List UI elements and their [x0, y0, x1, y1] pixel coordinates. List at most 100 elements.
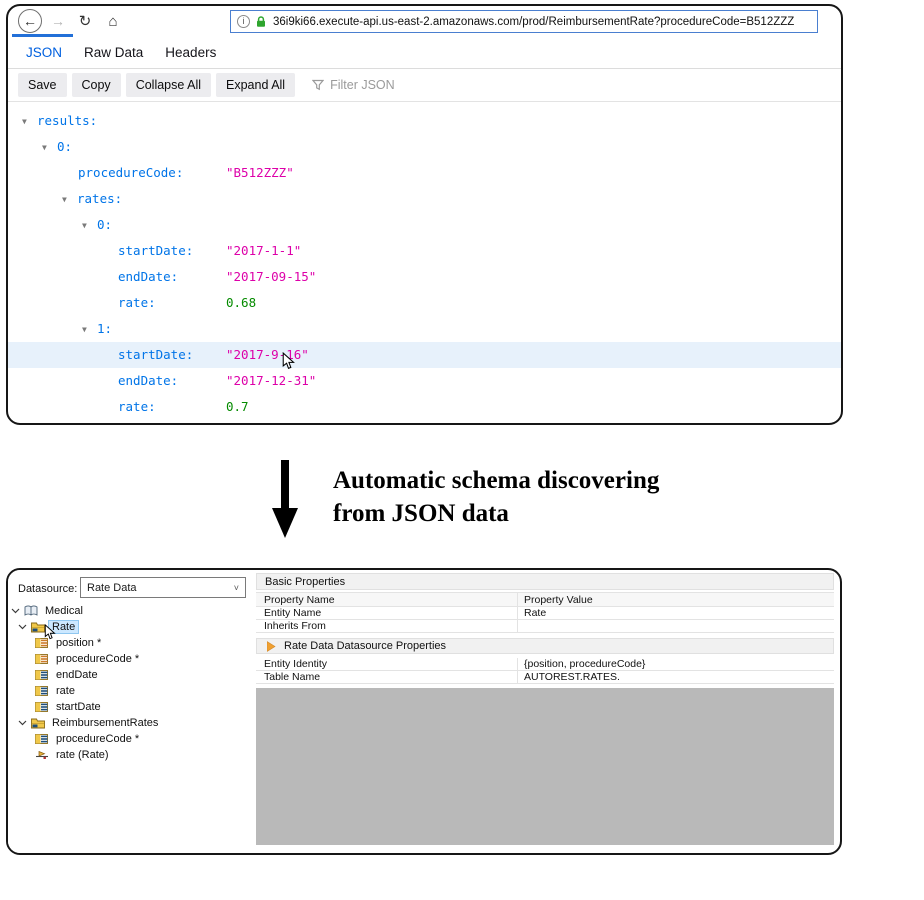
- tree-node-label: rate: [52, 684, 79, 698]
- json-row: ▼rates:: [8, 186, 841, 212]
- datasource-label: Datasource:: [18, 583, 77, 595]
- expander-triangle-icon[interactable]: ▼: [62, 187, 77, 213]
- property-value-cell[interactable]: [518, 620, 834, 632]
- property-name-column-header: Property Name: [256, 593, 518, 606]
- json-row: procedureCode: "B512ZZZ": [8, 160, 841, 186]
- json-tree: ▼results:▼0:procedureCode:"B512ZZZ"▼rate…: [8, 102, 841, 420]
- tree-node-procedurecode[interactable]: procedureCode *: [8, 731, 255, 747]
- browser-window: ← → ↻ ⌂ i 36i9ki66.execute-api.us-east-2…: [6, 4, 843, 425]
- json-row: ▼0:: [8, 134, 841, 160]
- tree-node-label: position *: [52, 636, 105, 650]
- tree-node-medical[interactable]: Medical: [8, 603, 255, 619]
- property-name-cell: Table Name: [256, 671, 518, 683]
- tab-json[interactable]: JSON: [26, 45, 62, 60]
- empty-gray-area: [256, 688, 834, 845]
- property-row: Entity Identity{position, procedureCode}: [256, 658, 834, 671]
- json-key: startDate:: [118, 243, 193, 258]
- json-row: endDate:"2017-12-31": [8, 368, 841, 394]
- tree-node-procedurecode[interactable]: procedureCode *: [8, 651, 255, 667]
- orange-arrow-icon: [267, 641, 276, 652]
- json-key: startDate:: [118, 347, 193, 362]
- json-value: "B512ZZZ": [226, 160, 294, 186]
- entity-folder-icon: [31, 622, 48, 633]
- tree-node-startdate[interactable]: startDate: [8, 699, 255, 715]
- back-icon[interactable]: ←: [18, 9, 42, 33]
- tree-node-label: rate (Rate): [52, 748, 113, 762]
- schema-tree-panel: Datasource: Rate Data ˅ Medical Rate posit…: [8, 570, 255, 853]
- expander-triangle-icon[interactable]: ▼: [22, 109, 37, 135]
- forward-icon[interactable]: →: [49, 13, 67, 29]
- json-value: "2017-1-1": [226, 238, 301, 264]
- url-bar[interactable]: i 36i9ki66.execute-api.us-east-2.amazona…: [230, 10, 818, 33]
- page: ← → ↻ ⌂ i 36i9ki66.execute-api.us-east-2…: [0, 0, 924, 900]
- refresh-icon[interactable]: ↻: [76, 12, 94, 30]
- tab-headers[interactable]: Headers: [165, 45, 216, 60]
- tree-node-label: Rate: [48, 620, 79, 634]
- tree-node-label: procedureCode *: [52, 732, 143, 746]
- field-blue-icon: [35, 734, 52, 744]
- down-arrow-icon: [270, 460, 300, 540]
- tree-node-label: startDate: [52, 700, 105, 714]
- property-grid-header-row: Property NameProperty Value: [256, 592, 834, 607]
- json-key: procedureCode:: [78, 165, 183, 180]
- json-value: 0.68: [226, 290, 256, 316]
- viewer-tabs: JSON Raw Data Headers: [8, 36, 841, 69]
- progress-bar: [12, 34, 73, 37]
- schema-tree: MedicalRateposition *procedureCode *endD…: [8, 603, 255, 763]
- url-text: 36i9ki66.execute-api.us-east-2.amazonaws…: [273, 16, 794, 28]
- property-name-cell: Entity Identity: [256, 658, 518, 670]
- json-row: rate: 0.7: [8, 394, 841, 420]
- expander-triangle-icon[interactable]: ▼: [82, 317, 97, 343]
- chevron-down-icon[interactable]: [18, 624, 31, 630]
- expander-triangle-icon[interactable]: ▼: [82, 213, 97, 239]
- filter-json-input[interactable]: Filter JSON: [312, 78, 395, 92]
- save-button[interactable]: Save: [18, 73, 67, 97]
- json-value: 0.7: [226, 394, 249, 420]
- chevron-down-icon[interactable]: [18, 720, 31, 726]
- json-toolbar: SaveCopyCollapse AllExpand All Filter JSO…: [8, 69, 841, 102]
- field-blue-icon: [35, 670, 52, 680]
- datasource-properties-header: Rate Data Datasource Properties: [256, 638, 834, 654]
- json-row: startDate:"2017-9-16": [8, 342, 841, 368]
- copy-button[interactable]: Copy: [72, 73, 121, 97]
- book-icon: [24, 605, 41, 617]
- tree-node-label: ReimbursementRates: [48, 716, 162, 730]
- chevron-down-icon[interactable]: [11, 608, 24, 614]
- collapse-all-button[interactable]: Collapse All: [126, 73, 211, 97]
- json-key: rate:: [118, 295, 156, 310]
- property-row: Inherits From: [256, 620, 834, 633]
- expand-all-button[interactable]: Expand All: [216, 73, 295, 97]
- datasource-dropdown[interactable]: Rate Data ˅: [80, 577, 246, 598]
- funnel-icon: [312, 79, 324, 91]
- field-blue-icon: [35, 702, 52, 712]
- basic-properties-header: Basic Properties: [256, 573, 834, 590]
- property-value-cell[interactable]: AUTOREST.RATES.: [518, 671, 834, 683]
- property-value-cell[interactable]: {position, procedureCode}: [518, 658, 834, 670]
- relation-icon: [35, 750, 52, 761]
- tree-node-rate[interactable]: rate: [8, 683, 255, 699]
- json-key: endDate:: [118, 373, 178, 388]
- tree-node-label: procedureCode *: [52, 652, 143, 666]
- property-row: Table NameAUTOREST.RATES.: [256, 671, 834, 684]
- property-value-column-header: Property Value: [518, 593, 834, 606]
- lock-icon: [255, 16, 267, 28]
- filter-json-placeholder: Filter JSON: [330, 78, 395, 92]
- home-icon[interactable]: ⌂: [104, 13, 122, 30]
- tree-node-reimbursementrates[interactable]: ReimbursementRates: [8, 715, 255, 731]
- expander-triangle-icon[interactable]: ▼: [42, 135, 57, 161]
- json-key: rate:: [118, 399, 156, 414]
- property-value-cell[interactable]: Rate: [518, 607, 834, 619]
- tree-node-enddate[interactable]: endDate: [8, 667, 255, 683]
- json-row: rate: 0.68: [8, 290, 841, 316]
- field-orange-icon: [35, 638, 52, 648]
- tree-node-rate[interactable]: Rate: [8, 619, 255, 635]
- tree-node-rate-rate[interactable]: rate (Rate): [8, 747, 255, 763]
- page-info-icon[interactable]: i: [237, 15, 250, 28]
- tree-node-label: Medical: [41, 604, 87, 618]
- field-orange-icon: [35, 654, 52, 664]
- json-row: startDate: "2017-1-1": [8, 238, 841, 264]
- tree-node-position[interactable]: position *: [8, 635, 255, 651]
- json-key: results:: [37, 113, 97, 128]
- tab-raw-data[interactable]: Raw Data: [84, 45, 143, 60]
- json-value: "2017-09-15": [226, 264, 316, 290]
